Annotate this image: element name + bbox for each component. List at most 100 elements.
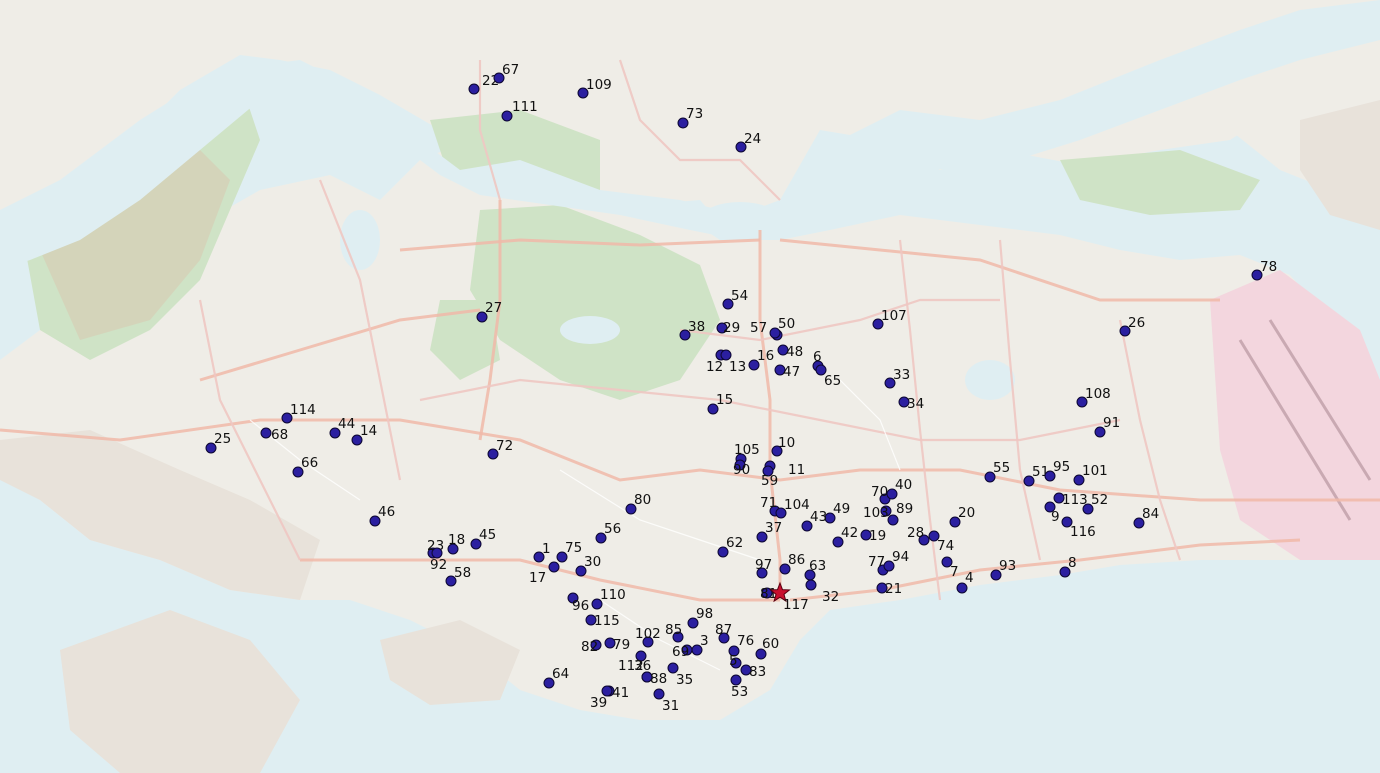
map-marker-87[interactable]: 87: [715, 622, 732, 644]
map-marker-59[interactable]: 59: [761, 465, 778, 489]
map-marker-32[interactable]: 32: [805, 579, 839, 605]
map-marker-96[interactable]: 96: [567, 592, 589, 614]
map-marker-40[interactable]: 40: [886, 477, 912, 500]
map-marker-54[interactable]: 54: [722, 288, 748, 310]
map-marker-31[interactable]: 31: [653, 688, 679, 714]
map-marker-35[interactable]: 35: [667, 662, 693, 688]
map-marker-60[interactable]: 60: [755, 636, 779, 660]
map-marker-17[interactable]: 17: [529, 561, 560, 586]
map-marker-58[interactable]: 58: [445, 565, 471, 587]
map-marker-93[interactable]: 93: [990, 558, 1016, 581]
map-view[interactable]: 22 67 109 111 73 24 78 26 54 38 29 57 50 107 12 13 16 48 6…: [0, 0, 1380, 773]
map-marker-98[interactable]: 98: [687, 606, 713, 629]
map-marker-91[interactable]: 91: [1094, 415, 1120, 438]
map-marker-10[interactable]: 10: [771, 435, 795, 457]
map-marker-1[interactable]: 1: [533, 541, 551, 563]
point-marker-icon[interactable]: [260, 427, 272, 439]
map-marker-73[interactable]: 73: [677, 106, 703, 129]
map-marker-89[interactable]: 89: [887, 501, 913, 526]
map-marker-42[interactable]: 42: [832, 525, 858, 548]
map-marker-85[interactable]: 85: [665, 622, 684, 643]
map-marker-4[interactable]: 4: [956, 570, 974, 594]
map-marker-26[interactable]: 26: [1119, 315, 1145, 337]
marker-label: 107: [881, 308, 907, 324]
map-marker-74[interactable]: 74: [928, 530, 954, 554]
map-marker-69[interactable]: 69: [672, 644, 693, 660]
map-marker-109[interactable]: 109: [577, 77, 612, 99]
map-marker-53[interactable]: 53: [730, 674, 748, 700]
map-marker-108[interactable]: 108: [1076, 386, 1111, 408]
map-marker-39[interactable]: 39: [590, 685, 613, 711]
map-marker-63[interactable]: 63: [804, 558, 826, 581]
map-marker-78[interactable]: 78: [1251, 259, 1277, 281]
map-marker-97[interactable]: 97: [755, 557, 772, 579]
map-marker-55[interactable]: 55: [984, 460, 1010, 483]
map-marker-20[interactable]: 20: [949, 505, 975, 528]
map-marker-116[interactable]: 116: [1061, 516, 1096, 540]
map-marker-9[interactable]: 9: [1044, 501, 1060, 525]
map-marker-7[interactable]: 7: [941, 556, 959, 580]
map-marker-33[interactable]: 33: [884, 367, 910, 389]
map-marker-66[interactable]: 66: [292, 455, 318, 478]
map-marker-114[interactable]: 114: [281, 402, 316, 424]
map-marker-65[interactable]: 65: [815, 364, 841, 389]
point-marker-icon[interactable]: [548, 561, 560, 573]
point-marker-icon[interactable]: [805, 579, 817, 591]
map-marker-46[interactable]: 46: [369, 504, 395, 527]
map-marker-24[interactable]: 24: [735, 131, 761, 153]
point-marker-icon[interactable]: [501, 110, 513, 122]
map-marker-47[interactable]: 47: [774, 364, 800, 380]
map-marker-19[interactable]: 19: [860, 528, 886, 544]
map-marker-72[interactable]: 72: [487, 438, 513, 460]
map-marker-15[interactable]: 15: [707, 392, 733, 415]
map-marker-50[interactable]: 50: [769, 316, 795, 339]
map-marker-115[interactable]: 115: [585, 613, 620, 629]
map-marker-27[interactable]: 27: [476, 300, 502, 323]
map-marker-102[interactable]: 102: [635, 626, 661, 648]
point-marker-icon[interactable]: [468, 83, 480, 95]
map-marker-75[interactable]: 75: [556, 540, 582, 563]
map-marker-84[interactable]: 84: [1133, 506, 1159, 529]
map-marker-14[interactable]: 14: [351, 423, 377, 446]
map-marker-56[interactable]: 56: [595, 521, 621, 544]
map-marker-29[interactable]: 29: [716, 320, 740, 336]
map-marker-104[interactable]: 104: [775, 497, 810, 519]
map-marker-62[interactable]: 62: [717, 535, 743, 558]
map-marker-90[interactable]: 90: [733, 459, 750, 478]
map-marker-21[interactable]: 21: [876, 581, 902, 597]
map-marker-8[interactable]: 8: [1059, 555, 1077, 578]
map-marker-3[interactable]: 3: [691, 633, 709, 656]
map-marker-86[interactable]: 86: [779, 552, 805, 575]
map-marker-82[interactable]: 82: [581, 639, 602, 655]
map-marker-94[interactable]: 94: [883, 549, 909, 572]
map-marker-80[interactable]: 80: [625, 492, 651, 515]
map-marker-5[interactable]: 5: [729, 653, 742, 669]
map-marker-49[interactable]: 49: [824, 501, 850, 524]
map-marker-48[interactable]: 48: [777, 344, 803, 360]
map-marker-18[interactable]: 18: [447, 532, 465, 555]
map-marker-68[interactable]: 68: [260, 427, 288, 443]
map-marker-111[interactable]: 111: [501, 99, 538, 122]
map-marker-25[interactable]: 25: [205, 431, 231, 454]
marker-label: 54: [731, 288, 748, 304]
map-marker-101[interactable]: 101: [1073, 463, 1108, 486]
map-marker-79[interactable]: 79: [604, 637, 630, 653]
map-marker-16[interactable]: 16: [748, 348, 774, 371]
map-marker-113[interactable]: 113: [1053, 492, 1088, 508]
map-marker-92[interactable]: 92: [430, 547, 447, 573]
map-marker-103[interactable]: 103: [863, 505, 892, 521]
map-marker-38[interactable]: 38: [679, 319, 705, 341]
map-marker-110[interactable]: 110: [591, 587, 626, 610]
map-marker-83[interactable]: 83: [740, 664, 766, 680]
marker-label: 6: [813, 349, 822, 365]
map-marker-34[interactable]: 34: [898, 396, 924, 412]
map-marker-45[interactable]: 45: [470, 527, 496, 550]
map-marker-88[interactable]: 88: [641, 671, 667, 687]
map-marker-28[interactable]: 28: [907, 525, 930, 546]
map-marker-107[interactable]: 107: [872, 308, 907, 330]
map-marker-44[interactable]: 44: [329, 416, 355, 439]
map-marker-64[interactable]: 64: [543, 666, 569, 689]
map-marker-37[interactable]: 37: [756, 520, 782, 543]
map-marker-30[interactable]: 30: [575, 554, 601, 577]
map-marker-13[interactable]: 13: [720, 349, 746, 375]
